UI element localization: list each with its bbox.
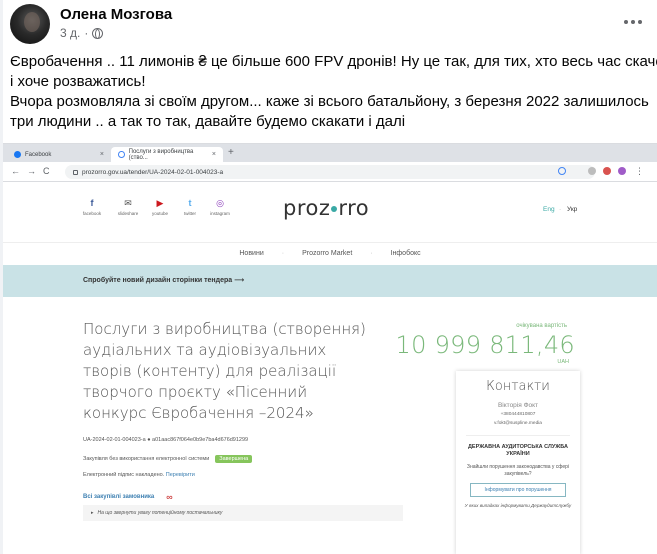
procurement-type: Закупівля без використання електронної с…: [83, 456, 210, 462]
post-time[interactable]: 3 д.: [60, 26, 80, 40]
twitter-icon: t: [188, 198, 192, 208]
menu-icon: ⋮: [635, 166, 644, 176]
post-line: Євробачення .. 11 лимонів ₴ це більше 60…: [10, 53, 657, 70]
all-procurements-link: Всі закупівлі замовника: [83, 494, 155, 500]
divider: [466, 435, 570, 436]
status-badge: Завершена: [215, 455, 253, 463]
dot-icon: [638, 20, 642, 24]
lang-sep: ·: [559, 206, 562, 213]
notice-bar: ▸ На що звернути увагу потенційному пост…: [83, 505, 403, 521]
social-label: twitter: [183, 211, 196, 216]
slideshare-social-link: ✉ slideshare: [113, 198, 143, 216]
browser-tab-bar: Facebook × Послуги з виробництва (ство..…: [3, 144, 657, 162]
nav-market: Prozorro Market: [302, 250, 353, 257]
url-field: prozorro.gov.ua/tender/UA-2024-02-01-004…: [65, 165, 595, 179]
address-bar: ← → C prozorro.gov.ua/tender/UA-2024-02-…: [3, 162, 657, 182]
logo-text: proz: [283, 196, 331, 220]
close-icon: ×: [211, 151, 216, 158]
post-header: Олена Мозгова 3 д. ·: [10, 4, 647, 44]
verify-link: Перевірити: [165, 472, 195, 478]
notice-text: На що звернути увагу потенційному постач…: [97, 510, 223, 516]
tender-section: Послуги з виробництва (створення) аудіал…: [3, 297, 657, 554]
browser-tab-prozorro: Послуги з виробництва (ство... ×: [111, 147, 223, 162]
procurement-type-row: Закупівля без використання електронної с…: [83, 455, 253, 463]
lang-uk: Укр: [567, 206, 578, 213]
profile-icon: [618, 167, 626, 175]
contacts-card: Контакти Вікторія Фокт +380444810807 v.f…: [456, 371, 580, 554]
social-label: instagram: [210, 211, 230, 216]
contact-phone: +380444810807: [500, 412, 536, 417]
social-label: slideshare: [117, 211, 139, 216]
post-line: три людини .. а так то так, давайте буде…: [10, 113, 406, 130]
expected-value-label: очікувана вартість: [516, 323, 567, 329]
nav-news: Новини: [239, 250, 264, 257]
browser-tab-facebook: Facebook ×: [7, 147, 111, 162]
contact-name: Вікторія Фокт: [497, 402, 539, 409]
instagram-social-link: ◎ instagram: [205, 198, 235, 216]
post-text: Євробачення .. 11 лимонів ₴ це більше 60…: [10, 52, 657, 132]
facebook-social-link: f facebook: [77, 198, 107, 216]
tender-title: Послуги з виробництва (створення) аудіал…: [83, 320, 366, 422]
post-meta: 3 д. ·: [60, 26, 104, 40]
facebook-icon: [14, 151, 21, 158]
instagram-icon: ◎: [216, 198, 224, 208]
post-line: Вчора розмовляла зі своїм другом... каже…: [10, 93, 649, 110]
tab-label: Facebook: [25, 151, 52, 158]
glasses-icon: ∞: [166, 492, 173, 502]
close-icon: ×: [99, 151, 104, 158]
youtube-social-link: ▶ youtube: [145, 198, 175, 216]
site-nav: Новини · Prozorro Market · Інфобокс: [3, 242, 657, 264]
nav-infobox: Інфобокс: [390, 250, 421, 257]
signature-row: Електронний підпис накладено. Перевірити: [83, 472, 195, 478]
expected-price: 10 999 811,46: [395, 331, 575, 359]
new-tab-icon: +: [228, 147, 234, 158]
nav-sep: ·: [370, 250, 373, 257]
signature-text: Електронний підпис накладено.: [83, 472, 165, 478]
logo-text: rro: [338, 196, 370, 220]
post-line: і хоче розважатись!: [10, 73, 146, 90]
dot-icon: [624, 20, 628, 24]
lang-en: Eng: [543, 206, 555, 213]
tender-id: UA-2024-02-01-004023-a ● a01aac867f064e0…: [83, 437, 249, 443]
back-icon: ←: [11, 166, 20, 176]
social-label: youtube: [151, 211, 168, 216]
twitter-social-link: t twitter: [175, 198, 205, 216]
logo-dot-icon: [331, 206, 338, 212]
youtube-icon: ▶: [156, 198, 164, 208]
extension-icon: [603, 167, 611, 175]
google-icon: [558, 167, 566, 175]
report-violation-button: Інформувати про порушення: [470, 483, 566, 497]
site-header: f facebook ✉ slideshare ▶ youtube t twit…: [3, 184, 657, 236]
prozorro-logo: proz rro: [283, 196, 369, 220]
extension-icon: [588, 167, 596, 175]
facebook-icon: f: [90, 198, 94, 208]
author-name[interactable]: Олена Мозгова: [60, 6, 172, 23]
violation-question: Знайшли порушення законодавства у сфері …: [466, 464, 570, 477]
forward-icon: →: [27, 166, 36, 176]
lock-icon: [73, 169, 78, 175]
nav-sep: ·: [281, 250, 285, 257]
social-label: facebook: [82, 211, 102, 216]
tab-label: Послуги з виробництва (ство...: [128, 148, 194, 161]
currency: UAH: [557, 359, 569, 365]
meta-dot: ·: [84, 26, 89, 40]
audit-service-title: ДЕРЖАВНА АУДИТОРСЬКА СЛУЖБА УКРАЇНИ: [468, 444, 568, 457]
more-options-button[interactable]: [623, 12, 643, 32]
contact-email: v.fokt@suspline.media: [494, 421, 542, 426]
new-design-banner: Спробуйте новий дизайн сторінки тендера …: [3, 265, 657, 297]
contacts-title: Контакти: [486, 379, 550, 394]
when-to-report-link: У яких випадках інформувати Держаудитслу…: [464, 503, 572, 508]
prozorro-favicon-icon: [118, 151, 125, 158]
info-icon: ▸: [91, 510, 94, 516]
reload-icon: C: [43, 166, 50, 176]
dot-icon: [631, 20, 635, 24]
avatar[interactable]: [10, 4, 50, 44]
attached-screenshot[interactable]: Facebook × Послуги з виробництва (ство..…: [3, 143, 657, 554]
banner-text: Спробуйте новий дизайн сторінки тендера …: [83, 277, 245, 284]
url-text: prozorro.gov.ua/tender/UA-2024-02-01-004…: [82, 168, 224, 176]
globe-icon[interactable]: [92, 27, 104, 39]
all-procurements-row: Всі закупівлі замовника ∞: [83, 492, 173, 502]
slideshare-icon: ✉: [124, 198, 132, 208]
